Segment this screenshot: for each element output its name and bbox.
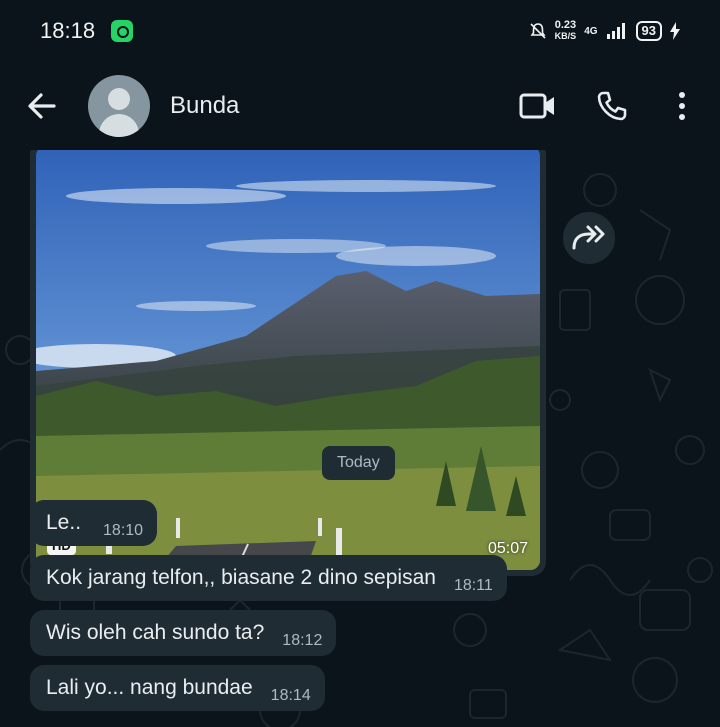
message-text: Le.. <box>46 511 82 534</box>
data-rate-value: 0.23 <box>554 19 577 31</box>
avatar[interactable] <box>88 75 150 137</box>
message-text: Wis oleh cah sundo ta? <box>46 621 265 644</box>
message-bubble[interactable]: Wis oleh cah sundo ta? 18:12 <box>30 610 337 656</box>
more-options-button[interactable] <box>654 78 710 134</box>
forward-button[interactable] <box>563 212 615 264</box>
video-call-button[interactable] <box>510 78 566 134</box>
data-rate-unit: KB/S <box>554 31 577 41</box>
more-options-icon <box>679 92 685 120</box>
status-bar: 18:18 0.23 KB/S 4G 93 <box>0 0 720 62</box>
charging-icon <box>670 22 680 40</box>
message-time: 18:14 <box>270 687 311 704</box>
message-bubble[interactable]: Lali yo... nang bundae 18:14 <box>30 665 325 711</box>
message-bubble[interactable]: Kok jarang telfon,, biasane 2 dino sepis… <box>30 555 507 601</box>
phone-icon <box>597 91 627 121</box>
chat-area[interactable]: HD 05:07 Today Le.. 18:10 Kok jarang tel… <box>0 150 720 727</box>
back-button[interactable] <box>22 86 62 126</box>
video-call-icon <box>519 93 554 119</box>
voice-call-button[interactable] <box>584 78 640 134</box>
forward-icon <box>572 225 605 250</box>
chat-notification-icon <box>111 20 134 42</box>
message-text: Kok jarang telfon,, biasane 2 dino sepis… <box>46 566 436 589</box>
header-actions <box>510 78 720 134</box>
message-bubble[interactable]: Le.. 18:10 <box>30 500 158 546</box>
message-text: Lali yo... nang bundae <box>46 676 253 699</box>
status-time: 18:18 <box>40 18 96 43</box>
contact-name[interactable]: Bunda <box>170 92 239 120</box>
message-time: 18:10 <box>103 522 144 539</box>
status-indicators: 0.23 KB/S 4G 93 <box>529 20 680 42</box>
chat-header: Bunda <box>0 62 720 150</box>
battery-level: 93 <box>635 21 662 41</box>
date-divider: Today <box>322 446 395 480</box>
message-time: 18:11 <box>453 577 493 594</box>
back-arrow-icon <box>28 93 56 119</box>
signal-icon <box>606 23 625 39</box>
network-type: 4G <box>584 25 598 37</box>
message-time: 18:12 <box>282 632 323 649</box>
mute-bell-icon <box>530 23 546 39</box>
data-rate: 0.23 KB/S <box>555 20 577 42</box>
